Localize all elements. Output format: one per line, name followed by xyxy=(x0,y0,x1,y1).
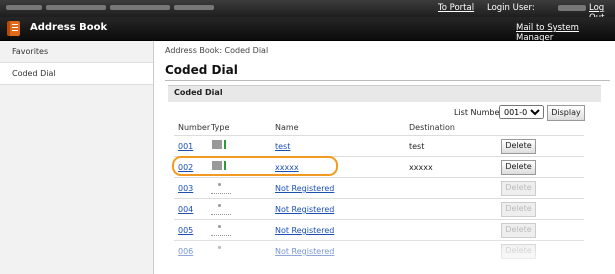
title-divider xyxy=(165,80,610,81)
dotted-line xyxy=(211,214,231,215)
table-row: 003 Not Registered Delete xyxy=(174,177,584,198)
app-header: Address Book Mail to System Manager xyxy=(0,17,615,43)
table-row: 006 Not Registered Delete xyxy=(174,240,584,261)
delete-button: Delete xyxy=(501,181,536,196)
page-title: Coded Dial xyxy=(165,63,238,77)
login-user-value-blurred xyxy=(558,5,586,11)
dotted-line xyxy=(211,193,231,194)
login-user-label: Login User: xyxy=(487,3,535,13)
table-header: Number Type Name Destination xyxy=(174,123,584,133)
empty-type-icon xyxy=(218,204,221,207)
list-number-label: List Number: xyxy=(454,108,506,117)
delete-button[interactable]: Delete xyxy=(501,160,536,175)
row-name[interactable]: Not Registered xyxy=(275,247,334,256)
empty-type-icon xyxy=(218,246,221,249)
row-name[interactable]: Not Registered xyxy=(275,184,334,193)
top-bar: To Portal Login User: Log Out xyxy=(0,0,615,23)
row-name[interactable]: Not Registered xyxy=(275,205,334,214)
row-number[interactable]: 006 xyxy=(178,247,193,256)
row-number[interactable]: 003 xyxy=(178,184,193,193)
table-row: 005 Not Registered Delete xyxy=(174,219,584,240)
address-book-icon xyxy=(7,21,20,36)
highlight-ring xyxy=(172,156,338,176)
sidebar-item-favorites[interactable]: Favorites xyxy=(0,41,153,63)
empty-type-icon xyxy=(218,225,221,228)
table-row: 001 test test Delete xyxy=(174,135,584,156)
to-portal-link[interactable]: To Portal xyxy=(438,3,474,13)
sidebar: Favorites Coded Dial xyxy=(0,41,154,274)
column-destination: Destination xyxy=(409,123,455,132)
row-number[interactable]: 001 xyxy=(178,142,193,151)
column-type: Type xyxy=(211,123,230,132)
delete-button: Delete xyxy=(501,244,536,259)
row-name[interactable]: Not Registered xyxy=(275,226,334,235)
delete-button[interactable]: Delete xyxy=(501,139,536,154)
column-name: Name xyxy=(275,123,299,132)
row-destination: xxxxx xyxy=(409,163,433,172)
fax-icon xyxy=(212,140,226,149)
row-number[interactable]: 005 xyxy=(178,226,193,235)
section-title: Coded Dial xyxy=(174,88,223,97)
mail-to-system-manager-link[interactable]: Mail to System Manager xyxy=(516,23,615,43)
sidebar-item-coded-dial[interactable]: Coded Dial xyxy=(0,63,153,85)
row-number[interactable]: 004 xyxy=(178,205,193,214)
row-destination: test xyxy=(409,142,425,151)
empty-type-icon xyxy=(218,183,221,186)
section-header: Coded Dial xyxy=(168,85,601,102)
list-number-select[interactable]: 001-014 xyxy=(499,105,544,119)
row-name[interactable]: test xyxy=(275,142,290,151)
breadcrumb: Address Book: Coded Dial xyxy=(165,46,269,55)
device-info-blurred xyxy=(6,5,246,11)
dotted-line xyxy=(211,235,231,236)
delete-button: Delete xyxy=(501,223,536,238)
display-button[interactable]: Display xyxy=(547,105,585,121)
app-title: Address Book xyxy=(30,22,108,33)
table-row: 004 Not Registered Delete xyxy=(174,198,584,219)
column-number: Number xyxy=(178,123,211,132)
delete-button: Delete xyxy=(501,202,536,217)
